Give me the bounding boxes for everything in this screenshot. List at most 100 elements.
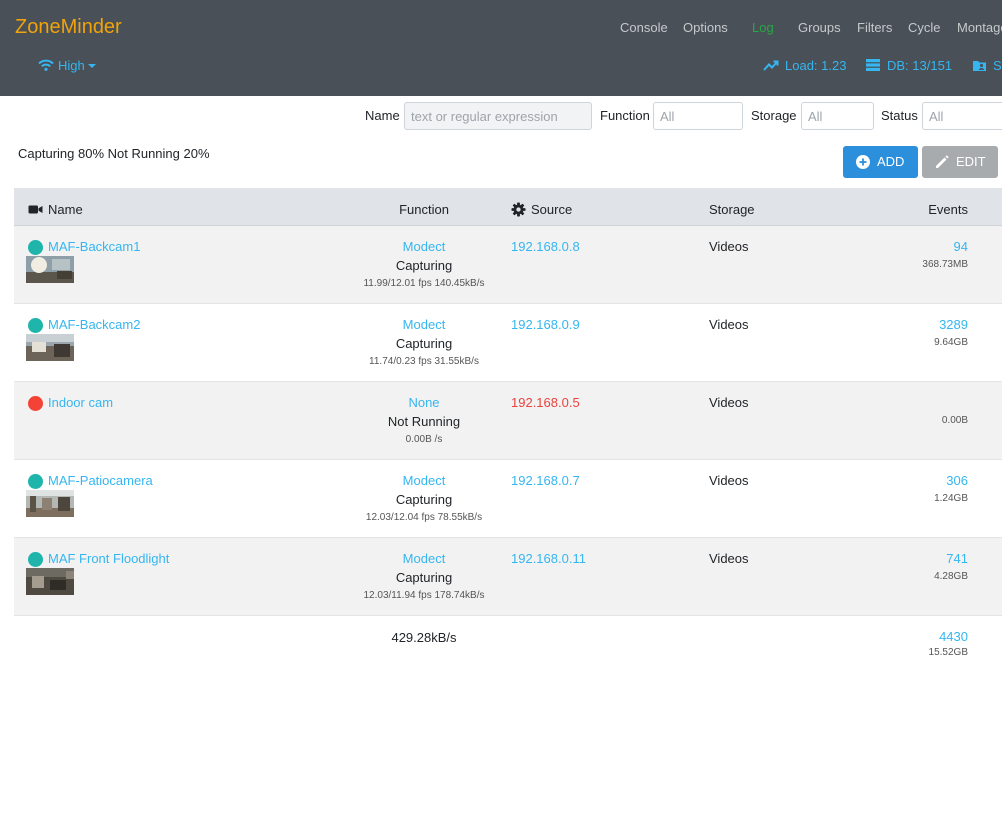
monitor-function-link[interactable]: None: [324, 395, 524, 410]
event-count-link[interactable]: 306: [946, 473, 968, 488]
monitor-function-link[interactable]: Modect: [324, 317, 524, 332]
brand-logo[interactable]: ZoneMinder: [15, 16, 122, 39]
monitor-storage: Videos: [709, 551, 749, 566]
monitor-source-link[interactable]: 192.168.0.9: [511, 317, 580, 332]
table-row: Indoor cam None Not Running 0.00B /s 192…: [14, 382, 1002, 460]
monitor-source-link[interactable]: 192.168.0.5: [511, 395, 580, 410]
name-filter-input[interactable]: [404, 102, 592, 130]
status-dot: [28, 240, 43, 255]
monitor-source-link[interactable]: 192.168.0.11: [511, 551, 586, 566]
storage-indicator[interactable]: S: [972, 58, 1002, 73]
table-row: MAF Front Floodlight Modect Capturing 12…: [14, 538, 1002, 616]
monitor-storage: Videos: [709, 239, 749, 254]
status-dot: [28, 474, 43, 489]
monitor-function-link[interactable]: Modect: [324, 239, 524, 254]
function-filter-label: Function: [600, 108, 650, 123]
monitor-source-link[interactable]: 192.168.0.8: [511, 239, 580, 254]
camera-thumbnail[interactable]: [26, 490, 74, 517]
event-size: 4.28GB: [934, 571, 968, 582]
function-filter-select[interactable]: [653, 102, 743, 130]
event-size: 0.00B: [941, 415, 968, 426]
nav-options[interactable]: Options: [683, 20, 728, 35]
name-column-header[interactable]: Name: [28, 202, 83, 217]
storage-column-header[interactable]: Storage: [709, 202, 755, 217]
storage-filter-select[interactable]: [801, 102, 874, 130]
event-count-link[interactable]: 3289: [939, 317, 968, 332]
folder-account-icon: [973, 60, 986, 71]
bandwidth-dropdown[interactable]: High: [38, 58, 96, 73]
edit-monitor-button[interactable]: EDIT: [922, 146, 998, 178]
monitor-source-link[interactable]: 192.168.0.7: [511, 473, 580, 488]
total-bandwidth: 429.28kB/s: [391, 630, 457, 645]
event-size: 368.73MB: [922, 259, 968, 270]
event-count-link[interactable]: 741: [946, 551, 968, 566]
monitor-name-link[interactable]: MAF-Patiocamera: [48, 473, 153, 488]
monitor-name-link[interactable]: Indoor cam: [48, 395, 113, 410]
monitor-status: Capturing: [395, 258, 453, 273]
nav-console[interactable]: Console: [620, 20, 668, 35]
event-count-link[interactable]: 94: [954, 239, 968, 254]
camera-thumbnail[interactable]: [26, 256, 74, 283]
trending-up-icon: [763, 60, 779, 71]
video-camera-icon: [28, 205, 43, 214]
nav-groups[interactable]: Groups: [798, 20, 841, 35]
monitor-storage: Videos: [709, 473, 749, 488]
chevron-down-icon: [87, 63, 96, 68]
monitor-status: Capturing: [395, 336, 453, 351]
event-size: 9.64GB: [934, 337, 968, 348]
source-header-label: Source: [531, 202, 573, 217]
wifi-icon: [38, 59, 54, 71]
total-events-link[interactable]: 4430: [939, 629, 968, 644]
monitor-status: Capturing: [395, 570, 453, 585]
storage-label: S: [993, 58, 1002, 73]
monitor-name-link[interactable]: MAF-Backcam1: [48, 239, 140, 254]
source-column-header[interactable]: Source: [511, 202, 572, 217]
monitor-storage: Videos: [709, 317, 749, 332]
storage-filter-label: Storage: [751, 108, 797, 123]
status-dot: [28, 318, 43, 333]
table-footer: 429.28kB/s 4430 15.52GB: [14, 616, 1002, 666]
bandwidth-label: High: [58, 58, 85, 73]
monitor-fps: 11.99/12.01 fps 140.45kB/s: [363, 278, 485, 289]
top-navbar: ZoneMinder Console Options Log Groups Fi…: [0, 0, 1002, 96]
monitor-function-link[interactable]: Modect: [324, 473, 524, 488]
name-filter-label: Name: [365, 108, 400, 123]
status-dot: [28, 396, 43, 411]
monitor-storage: Videos: [709, 395, 749, 410]
monitor-status: Capturing: [395, 492, 453, 507]
db-indicator[interactable]: DB: 13/151: [865, 58, 952, 73]
plus-circle-icon: [856, 155, 870, 169]
database-icon: [866, 59, 880, 72]
monitor-name-link[interactable]: MAF Front Floodlight: [48, 551, 169, 566]
nav-montage[interactable]: Montage: [957, 20, 1002, 35]
events-column-header[interactable]: Events: [928, 202, 968, 217]
name-header-label: Name: [48, 202, 83, 217]
table-row: MAF-Patiocamera Modect Capturing 12.03/1…: [14, 460, 1002, 538]
function-column-header[interactable]: Function: [324, 202, 524, 217]
monitor-table: Name Function Source Storage Events MAF-…: [14, 188, 1002, 666]
monitor-fps: 12.03/12.04 fps 78.55kB/s: [365, 512, 483, 523]
monitor-fps: 11.74/0.23 fps 31.55kB/s: [369, 356, 479, 367]
status-dot: [28, 552, 43, 567]
load-indicator[interactable]: Load: 1.23: [763, 58, 846, 73]
capture-summary: Capturing 80% Not Running 20%: [18, 146, 210, 161]
monitor-status: Not Running: [387, 414, 461, 429]
camera-thumbnail[interactable]: [26, 334, 74, 361]
camera-thumbnail[interactable]: [26, 568, 74, 595]
monitor-fps: 0.00B /s: [405, 434, 443, 445]
nav-filters[interactable]: Filters: [857, 20, 892, 35]
nav-log[interactable]: Log: [752, 20, 774, 35]
status-filter-label: Status: [881, 108, 918, 123]
add-monitor-button[interactable]: ADD: [843, 146, 918, 178]
total-size: 15.52GB: [928, 647, 968, 658]
monitor-name-link[interactable]: MAF-Backcam2: [48, 317, 140, 332]
edit-button-label: EDIT: [956, 154, 986, 169]
table-row: MAF-Backcam1 Modect Capturing 11.99/12.0…: [14, 226, 1002, 304]
table-header: Name Function Source Storage Events: [14, 188, 1002, 226]
table-row: MAF-Backcam2 Modect Capturing 11.74/0.23…: [14, 304, 1002, 382]
event-size: 1.24GB: [934, 493, 968, 504]
nav-cycle[interactable]: Cycle: [908, 20, 941, 35]
monitor-function-link[interactable]: Modect: [324, 551, 524, 566]
status-filter-select[interactable]: [922, 102, 1002, 130]
load-label: Load: 1.23: [785, 58, 847, 73]
